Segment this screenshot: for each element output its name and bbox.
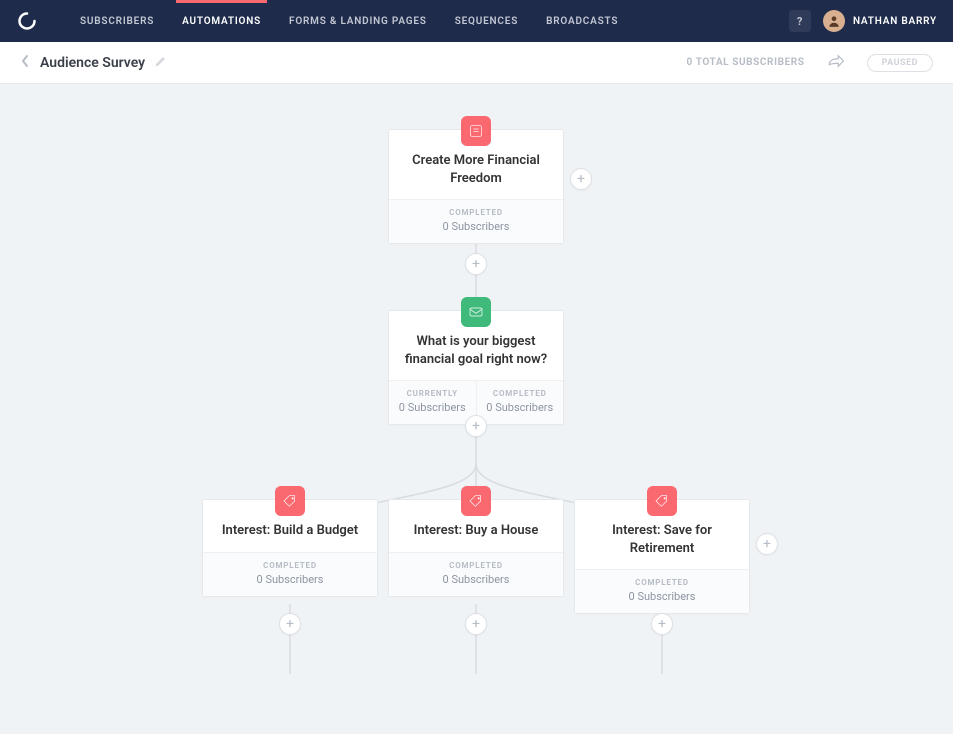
share-icon[interactable] — [827, 54, 845, 72]
add-step-button[interactable]: + — [465, 415, 487, 437]
sub-header: Audience Survey 0 TOTAL SUBSCRIBERS PAUS… — [0, 42, 953, 84]
add-sibling-button[interactable]: + — [570, 168, 592, 190]
nav-subscribers[interactable]: SUBSCRIBERS — [66, 0, 168, 42]
add-branch-button[interactable]: + — [756, 533, 778, 555]
email-icon — [461, 297, 491, 327]
form-icon — [461, 116, 491, 146]
nav-items: SUBSCRIBERS AUTOMATIONS FORMS & LANDING … — [66, 0, 632, 42]
stat-label: COMPLETED — [393, 208, 559, 217]
node-email[interactable]: What is your biggest financial goal righ… — [388, 310, 564, 425]
stat-value: 0 Subscribers — [481, 401, 560, 414]
node-trigger[interactable]: Create More Financial Freedom COMPLETED … — [388, 129, 564, 244]
tag-icon — [461, 486, 491, 516]
stat-value: 0 Subscribers — [579, 590, 745, 603]
nav-automations[interactable]: AUTOMATIONS — [168, 0, 275, 42]
nav-forms[interactable]: FORMS & LANDING PAGES — [275, 0, 441, 42]
node-tag-house[interactable]: Interest: Buy a House COMPLETED 0 Subscr… — [388, 499, 564, 597]
top-nav: SUBSCRIBERS AUTOMATIONS FORMS & LANDING … — [0, 0, 953, 42]
node-tag-retirement[interactable]: Interest: Save for Retirement COMPLETED … — [574, 499, 750, 614]
stat-value: 0 Subscribers — [393, 573, 559, 586]
help-button[interactable]: ? — [789, 10, 811, 32]
logo[interactable] — [16, 10, 38, 32]
add-step-button[interactable]: + — [465, 253, 487, 275]
nav-broadcasts[interactable]: BROADCASTS — [532, 0, 632, 42]
edit-icon[interactable] — [155, 55, 167, 71]
stat-label: COMPLETED — [579, 578, 745, 587]
status-pill[interactable]: PAUSED — [867, 54, 933, 72]
stat-value: 0 Subscribers — [393, 401, 472, 414]
stat-label: COMPLETED — [481, 389, 560, 398]
node-tag-budget[interactable]: Interest: Build a Budget COMPLETED 0 Sub… — [202, 499, 378, 597]
user-name: NATHAN BARRY — [853, 16, 937, 27]
stat-label: CURRENTLY — [393, 389, 472, 398]
back-button[interactable] — [20, 54, 30, 72]
avatar — [823, 10, 845, 32]
stat-value: 0 Subscribers — [393, 220, 559, 233]
nav-sequences[interactable]: SEQUENCES — [441, 0, 532, 42]
total-subscribers: 0 TOTAL SUBSCRIBERS — [687, 57, 805, 68]
page-title: Audience Survey — [40, 55, 145, 71]
stat-label: COMPLETED — [207, 561, 373, 570]
stat-label: COMPLETED — [393, 561, 559, 570]
stat-value: 0 Subscribers — [207, 573, 373, 586]
tag-icon — [275, 486, 305, 516]
automation-canvas[interactable]: Create More Financial Freedom COMPLETED … — [0, 84, 953, 734]
tag-icon — [647, 486, 677, 516]
user-menu[interactable]: NATHAN BARRY — [823, 10, 937, 32]
